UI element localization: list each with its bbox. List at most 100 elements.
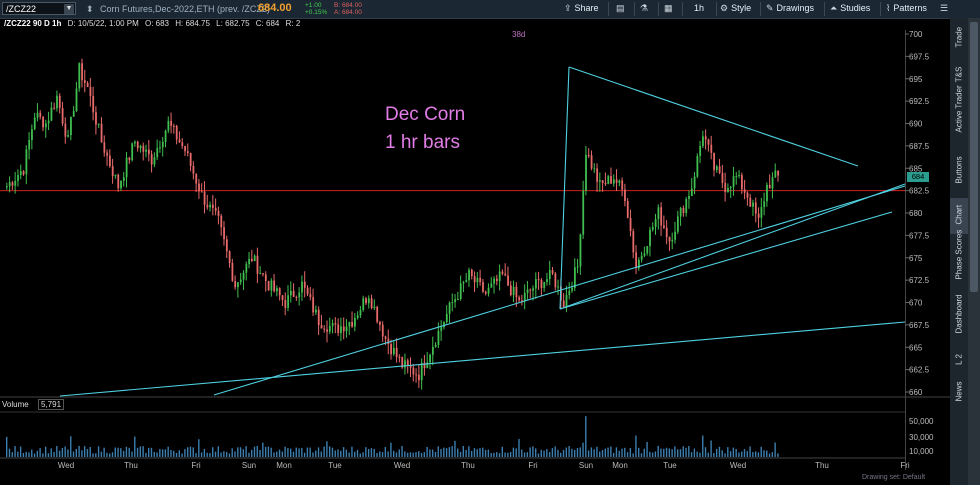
candle-body bbox=[92, 95, 95, 113]
candle-body bbox=[754, 202, 757, 214]
volume-bar bbox=[557, 449, 559, 457]
volume-bar bbox=[484, 449, 487, 457]
side-tab-news[interactable]: News bbox=[950, 378, 968, 408]
price-tick-label: 660 bbox=[909, 388, 923, 397]
volume-bar bbox=[203, 448, 206, 457]
volume-bar bbox=[640, 453, 643, 457]
candle-body bbox=[117, 174, 120, 189]
volume-bar bbox=[451, 446, 453, 457]
volume-tick-label: 30,000 bbox=[909, 433, 934, 442]
volume-bar bbox=[83, 446, 86, 457]
volume-bar bbox=[109, 453, 111, 457]
candle-body bbox=[420, 362, 423, 381]
candle-body bbox=[752, 202, 754, 207]
volume-bar bbox=[688, 445, 690, 457]
price-tick-label: 677.5 bbox=[909, 231, 930, 240]
candle-body bbox=[89, 86, 92, 96]
grid-button[interactable]: ▦ bbox=[664, 3, 676, 14]
volume-bar bbox=[262, 442, 264, 457]
side-tab-phase-scores[interactable]: Phase Scores bbox=[950, 230, 968, 302]
side-tab-buttons[interactable]: Buttons bbox=[950, 156, 968, 194]
volume-bar bbox=[365, 447, 367, 457]
volume-bar bbox=[426, 446, 428, 457]
style-button[interactable]: ⚙ Style bbox=[720, 3, 751, 14]
volume-bar bbox=[585, 416, 587, 457]
scroll-thumb[interactable] bbox=[970, 22, 978, 292]
volume-bar bbox=[526, 452, 529, 457]
scrollbar[interactable] bbox=[968, 18, 980, 485]
drawings-button[interactable]: ✎ Drawings bbox=[766, 3, 814, 14]
volume-bar bbox=[654, 451, 657, 457]
volume-bar bbox=[418, 451, 420, 457]
volume-bar bbox=[496, 452, 498, 457]
candle-body bbox=[509, 285, 512, 296]
volume-bar bbox=[704, 447, 707, 457]
volume-bar bbox=[615, 447, 618, 457]
x-axis-label: Thu bbox=[461, 461, 475, 470]
volume-bar bbox=[554, 446, 556, 457]
volume-bar bbox=[111, 452, 114, 457]
volume-bar bbox=[8, 448, 11, 457]
volume-bar bbox=[348, 452, 350, 457]
bookmark-button[interactable]: ▤ bbox=[616, 3, 628, 14]
candle-body bbox=[28, 140, 31, 150]
x-axis-label: Mon bbox=[276, 461, 292, 470]
studies-button[interactable]: ⏶ Studies bbox=[830, 3, 870, 14]
candle-body bbox=[195, 173, 198, 184]
x-axis-label: Sun bbox=[242, 461, 256, 470]
volume-bar bbox=[320, 451, 323, 457]
candle-body bbox=[596, 168, 599, 182]
price-chart[interactable]: 700697.5695692.5690687.5685682.5680677.5… bbox=[0, 30, 950, 485]
side-tab-l-2[interactable]: L 2 bbox=[950, 348, 968, 372]
patterns-button[interactable]: ⌇ Patterns bbox=[886, 3, 927, 14]
volume-bar bbox=[117, 447, 119, 457]
flask-button[interactable]: ⚗ bbox=[640, 3, 651, 14]
net-change: +1.00 bbox=[305, 2, 322, 9]
side-tab-dashboard[interactable]: Dashboard bbox=[950, 294, 968, 344]
volume-bar bbox=[175, 452, 178, 457]
candle-body bbox=[707, 139, 710, 145]
menu-button[interactable]: ☰ bbox=[940, 3, 951, 14]
candle-body bbox=[626, 201, 629, 218]
candle-body bbox=[646, 246, 649, 254]
candle-body bbox=[727, 188, 729, 193]
volume-bar bbox=[612, 452, 615, 457]
share-button[interactable]: ⇪ Share bbox=[564, 3, 599, 14]
candle-body bbox=[710, 144, 713, 153]
volume-bar bbox=[771, 452, 774, 457]
volume-bar bbox=[657, 445, 659, 457]
symbol-selector[interactable]: /ZCZ22 ▼ bbox=[2, 2, 76, 15]
side-tab-trade[interactable]: Trade bbox=[950, 24, 968, 54]
candle-body bbox=[281, 295, 284, 300]
candle-body bbox=[696, 155, 699, 177]
volume-bar bbox=[212, 447, 214, 457]
candle-body bbox=[356, 315, 359, 318]
volume-bar bbox=[509, 451, 512, 457]
candle-body bbox=[186, 151, 189, 153]
volume-bar bbox=[220, 452, 222, 457]
candle-body bbox=[676, 216, 679, 232]
candle-body bbox=[220, 215, 223, 228]
volume-bar bbox=[651, 452, 654, 457]
candle-body bbox=[225, 239, 228, 252]
volume-bar bbox=[206, 452, 208, 457]
candle-body bbox=[25, 149, 28, 175]
volume-bar bbox=[31, 449, 33, 457]
side-tab-chart[interactable]: Chart bbox=[950, 198, 968, 234]
candle-body bbox=[31, 129, 33, 141]
side-tab-active-trader[interactable]: Active Trader bbox=[950, 85, 968, 152]
toolbar-divider bbox=[880, 2, 881, 16]
chevron-down-icon[interactable]: ▼ bbox=[64, 4, 74, 14]
timeframe-button[interactable]: 1h bbox=[694, 3, 704, 13]
candle-body bbox=[334, 323, 337, 325]
toolbar-divider bbox=[634, 2, 635, 16]
bar-range: R: 2 bbox=[285, 19, 301, 28]
volume-bar bbox=[482, 447, 484, 457]
volume-bar bbox=[306, 447, 309, 457]
candle-body bbox=[601, 180, 604, 183]
candle-body bbox=[95, 112, 97, 125]
candle-body bbox=[42, 116, 44, 128]
candle-body bbox=[518, 297, 521, 301]
bookmark-icon: ▤ bbox=[616, 3, 625, 13]
candle-body bbox=[44, 123, 47, 128]
